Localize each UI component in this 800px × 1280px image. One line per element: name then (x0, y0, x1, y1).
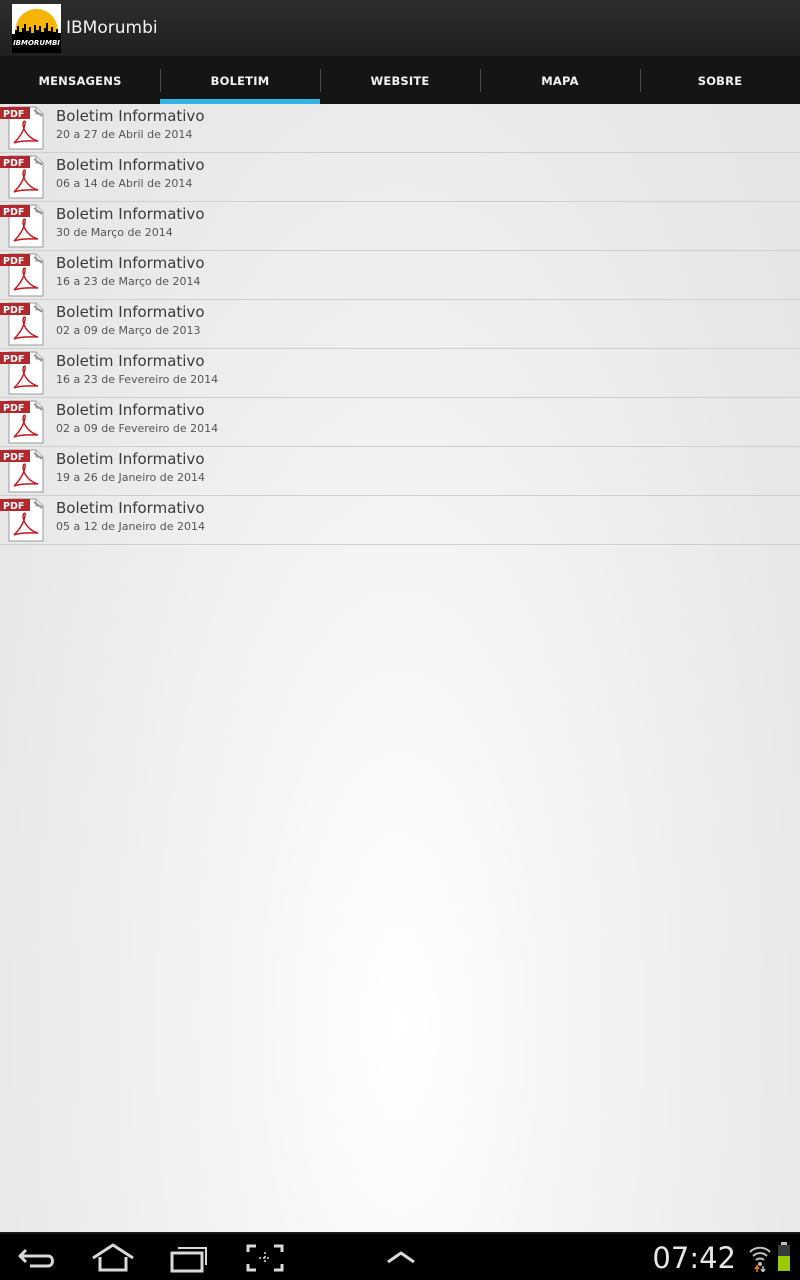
tab-mensagens[interactable]: MENSAGENS (0, 57, 160, 104)
pdf-icon: PDF (0, 498, 46, 542)
svg-text:PDF: PDF (3, 403, 24, 414)
app-logo-icon[interactable]: IBMORUMBI (12, 4, 61, 53)
item-title: Boletim Informativo (56, 303, 205, 321)
svg-text:PDF: PDF (3, 452, 24, 463)
list-item[interactable]: PDF Boletim Informativo 02 a 09 de Março… (0, 300, 800, 349)
svg-text:PDF: PDF (3, 305, 24, 316)
svg-text:PDF: PDF (3, 354, 24, 365)
item-date: 06 a 14 de Abril de 2014 (56, 177, 193, 190)
list-item[interactable]: PDF Boletim Informativo 06 a 14 de Abril… (0, 153, 800, 202)
list-item[interactable]: PDF Boletim Informativo 20 a 27 de Abril… (0, 104, 800, 153)
item-date: 30 de Março de 2014 (56, 226, 173, 239)
item-date: 19 a 26 de Janeiro de 2014 (56, 471, 205, 484)
screenshot-icon[interactable] (240, 1240, 290, 1276)
svg-text:PDF: PDF (3, 109, 24, 120)
item-title: Boletim Informativo (56, 205, 205, 223)
recent-apps-icon[interactable] (162, 1240, 212, 1276)
battery-icon (776, 1242, 792, 1276)
pdf-icon: PDF (0, 155, 46, 199)
item-title: Boletim Informativo (56, 107, 205, 125)
svg-text:PDF: PDF (3, 256, 24, 267)
back-icon[interactable] (14, 1240, 64, 1276)
pdf-icon: PDF (0, 449, 46, 493)
tab-boletim[interactable]: BOLETIM (160, 57, 320, 104)
pdf-icon: PDF (0, 351, 46, 395)
item-date: 16 a 23 de Fevereiro de 2014 (56, 373, 219, 386)
list-item[interactable]: PDF Boletim Informativo 02 a 09 de Fever… (0, 398, 800, 447)
boletim-list: PDF Boletim Informativo 20 a 27 de Abril… (0, 104, 800, 545)
list-item[interactable]: PDF Boletim Informativo 16 a 23 de Março… (0, 251, 800, 300)
pdf-icon: PDF (0, 204, 46, 248)
list-item[interactable]: PDF Boletim Informativo 16 a 23 de Fever… (0, 349, 800, 398)
item-title: Boletim Informativo (56, 450, 205, 468)
svg-text:PDF: PDF (3, 207, 24, 218)
svg-text:IBMORUMBI: IBMORUMBI (13, 39, 60, 47)
item-date: 16 a 23 de Março de 2014 (56, 275, 201, 288)
system-nav-bar: 07:42 (0, 1232, 800, 1280)
menu-up-icon[interactable] (376, 1240, 426, 1276)
tab-sobre[interactable]: SOBRE (640, 57, 800, 104)
pdf-icon: PDF (0, 302, 46, 346)
item-date: 20 a 27 de Abril de 2014 (56, 128, 193, 141)
list-item[interactable]: PDF Boletim Informativo 19 a 26 de Janei… (0, 447, 800, 496)
clock[interactable]: 07:42 (652, 1238, 736, 1278)
svg-text:PDF: PDF (3, 158, 24, 169)
tab-bar: MENSAGENS BOLETIM WEBSITE MAPA SOBRE (0, 57, 800, 104)
pdf-icon: PDF (0, 106, 46, 150)
tab-website[interactable]: WEBSITE (320, 57, 480, 104)
item-date: 05 a 12 de Janeiro de 2014 (56, 520, 205, 533)
wifi-icon (748, 1244, 772, 1276)
item-title: Boletim Informativo (56, 352, 205, 370)
list-item[interactable]: PDF Boletim Informativo 30 de Março de 2… (0, 202, 800, 251)
action-bar: IBMORUMBI IBMorumbi (0, 0, 800, 57)
app-title: IBMorumbi (66, 18, 158, 38)
tab-mapa[interactable]: MAPA (480, 57, 640, 104)
item-title: Boletim Informativo (56, 156, 205, 174)
svg-text:PDF: PDF (3, 501, 24, 512)
list-item[interactable]: PDF Boletim Informativo 05 a 12 de Janei… (0, 496, 800, 545)
item-title: Boletim Informativo (56, 254, 205, 272)
pdf-icon: PDF (0, 253, 46, 297)
item-date: 02 a 09 de Março de 2013 (56, 324, 201, 337)
item-date: 02 a 09 de Fevereiro de 2014 (56, 422, 219, 435)
item-title: Boletim Informativo (56, 499, 205, 517)
pdf-icon: PDF (0, 400, 46, 444)
item-title: Boletim Informativo (56, 401, 205, 419)
home-icon[interactable] (88, 1240, 138, 1276)
